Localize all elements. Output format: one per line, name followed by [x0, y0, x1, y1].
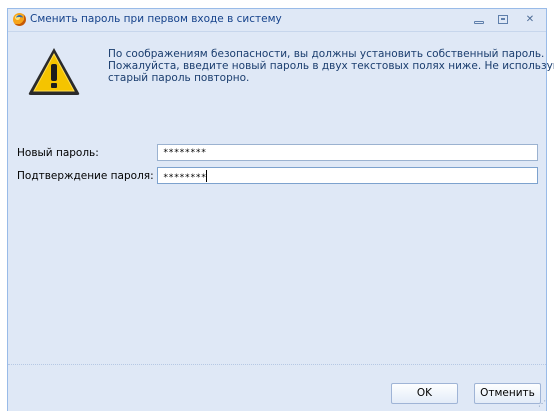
new-password-value: ********: [163, 148, 207, 158]
confirm-password-value: ********: [163, 173, 207, 183]
maximize-button[interactable]: [496, 13, 510, 26]
new-password-input[interactable]: ********: [157, 144, 538, 161]
minimize-button[interactable]: [472, 13, 486, 26]
minimize-icon: [474, 21, 484, 24]
warning-icon: [28, 48, 80, 95]
cancel-button[interactable]: Отменить: [474, 383, 541, 404]
change-password-dialog: Сменить пароль при первом входе в систем…: [7, 8, 554, 411]
title-bar[interactable]: Сменить пароль при первом входе в систем…: [8, 9, 546, 32]
maximize-icon: [498, 15, 508, 24]
resize-grip-icon[interactable]: ⋰: [538, 399, 546, 408]
text-caret: [206, 170, 208, 182]
app-icon: [13, 13, 26, 26]
confirm-password-label: Подтверждение пароля:: [17, 170, 154, 182]
message-line: По соображениям безопасности, вы должны …: [108, 48, 545, 60]
message-line: старый пароль повторно.: [108, 72, 250, 84]
new-password-label: Новый пароль:: [17, 147, 99, 159]
ok-button[interactable]: OK: [391, 383, 458, 404]
close-icon: ✕: [525, 14, 535, 25]
message-line: Пожалуйста, введите новый пароль в двух …: [108, 60, 554, 72]
dialog-footer: [8, 365, 546, 411]
close-button[interactable]: ✕: [523, 13, 537, 26]
window-title: Сменить пароль при первом входе в систем…: [30, 13, 282, 25]
confirm-password-input[interactable]: ********: [157, 167, 538, 184]
security-message: По соображениям безопасности, вы должны …: [108, 48, 554, 84]
